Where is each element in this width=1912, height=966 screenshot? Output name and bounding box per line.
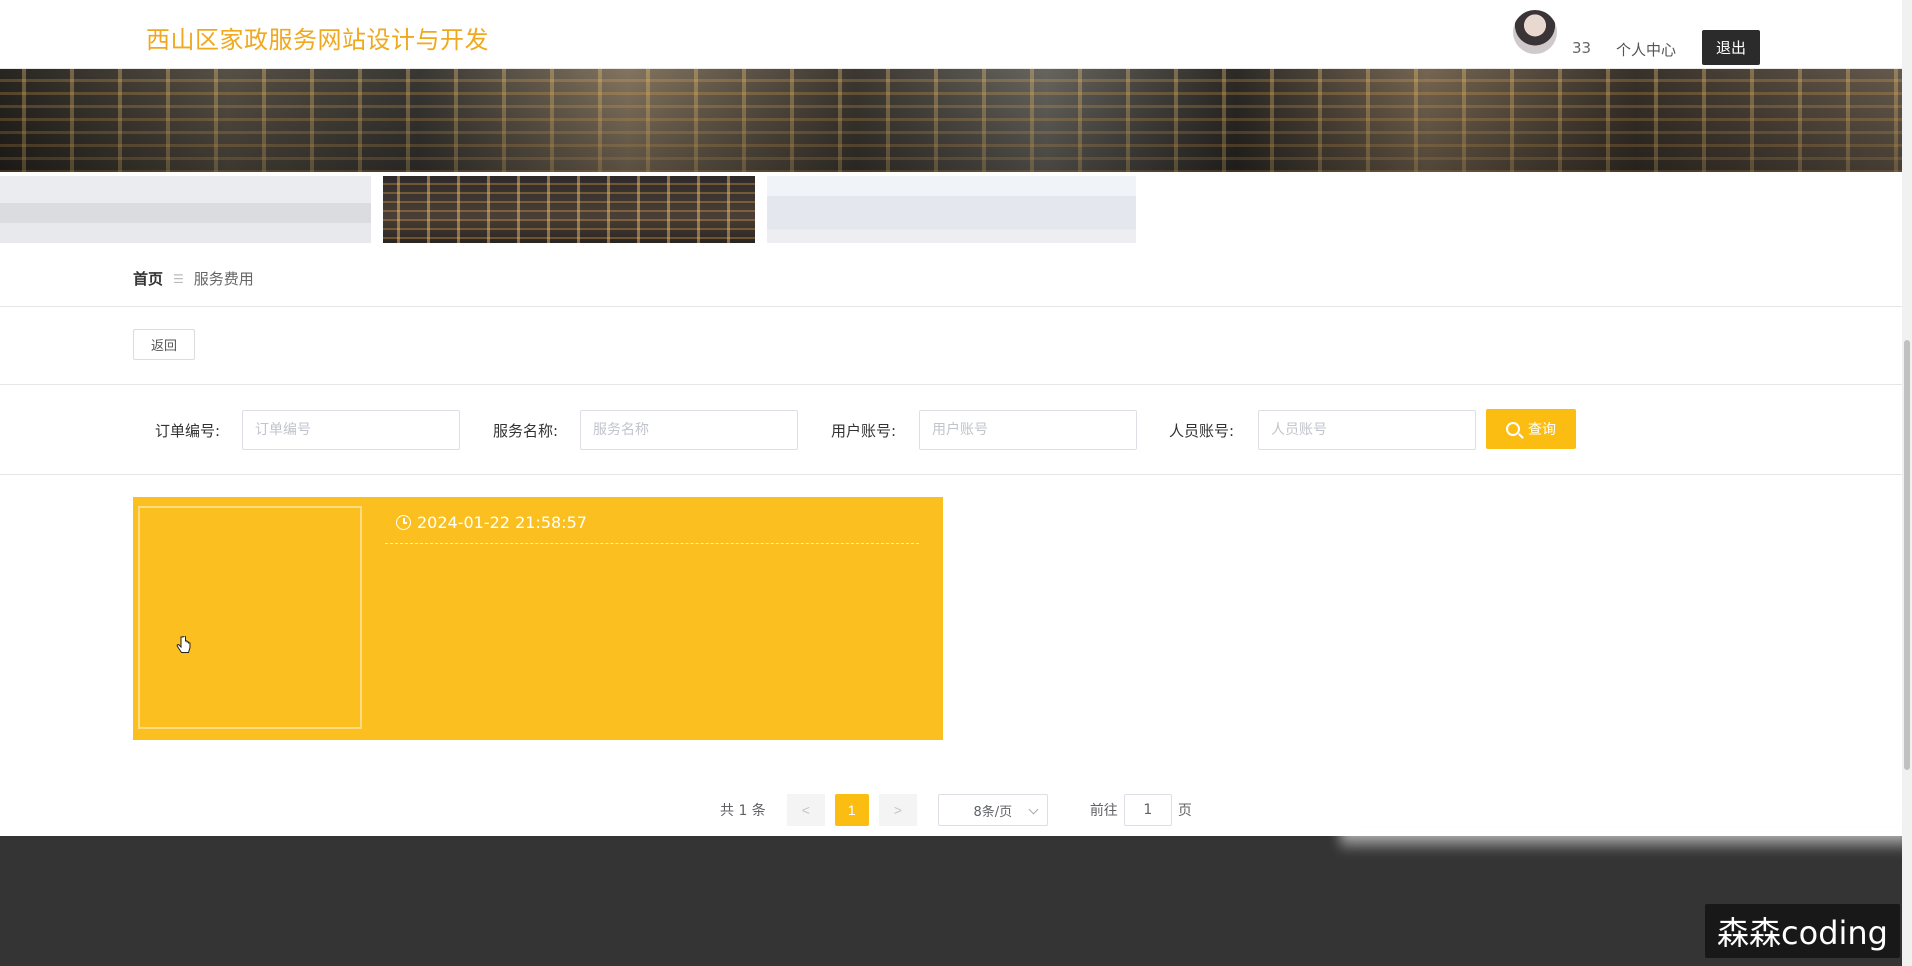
- order-number-input[interactable]: [242, 410, 460, 450]
- goto-suffix: 页: [1177, 803, 1192, 819]
- back-button[interactable]: 返回: [133, 329, 195, 360]
- pagination-total: 共 1 条: [720, 803, 766, 819]
- footer-overlay: [1340, 818, 1912, 848]
- search-button[interactable]: 查询: [1486, 409, 1576, 449]
- logout-button[interactable]: 退出: [1702, 30, 1760, 65]
- fee-card[interactable]: 2024-01-22 21:58:57: [133, 497, 943, 740]
- carousel-thumbnail-1[interactable]: [0, 176, 371, 243]
- page: 西山区家政服务网站设计与开发 33 个人中心 退出 首页 ☰ 服务费用 返回 订…: [0, 0, 1912, 966]
- goto-label: 前往: [1089, 803, 1118, 819]
- scrollbar[interactable]: [1902, 0, 1912, 966]
- prev-page-button[interactable]: <: [786, 794, 825, 826]
- service-name-label: 服务名称:: [493, 422, 559, 440]
- site-title[interactable]: 西山区家政服务网站设计与开发: [146, 20, 489, 55]
- card-divider: [385, 543, 919, 544]
- chevron-down-icon: [1028, 804, 1039, 815]
- header: 西山区家政服务网站设计与开发 33 个人中心 退出: [0, 0, 1902, 69]
- divider: [0, 384, 1902, 385]
- pagination: 共 1 条 < 1 > 8条/页 前往 1 页: [720, 794, 1192, 826]
- breadcrumb-home[interactable]: 首页: [133, 268, 163, 289]
- avatar[interactable]: [1513, 10, 1557, 54]
- page-size-value: 8条/页: [973, 804, 1013, 820]
- clock-icon: [396, 515, 411, 530]
- watermark: 森森coding: [1705, 904, 1900, 958]
- page-number-button[interactable]: 1: [834, 794, 869, 826]
- service-name-input[interactable]: [580, 410, 798, 450]
- page-size-select[interactable]: 8条/页: [937, 794, 1048, 826]
- goto-page-input[interactable]: 1: [1123, 794, 1172, 826]
- divider: [0, 306, 1902, 307]
- staff-account-label: 人员账号:: [1169, 422, 1235, 440]
- search-button-label: 查询: [1528, 421, 1556, 437]
- breadcrumb-current: 服务费用: [193, 270, 254, 288]
- scrollbar-thumb[interactable]: [1904, 340, 1910, 770]
- banner-image: [0, 69, 1902, 172]
- divider: [0, 474, 1902, 475]
- card-image[interactable]: [138, 506, 362, 729]
- user-account-label: 用户账号:: [831, 422, 897, 440]
- card-time-text: 2024-01-22 21:58:57: [417, 513, 587, 532]
- carousel-thumbnail-2[interactable]: [383, 176, 755, 243]
- order-number-label: 订单编号:: [155, 422, 221, 440]
- search-icon: [1506, 422, 1520, 436]
- hand-cursor-icon: [176, 636, 191, 653]
- breadcrumb: 首页 ☰ 服务费用: [133, 268, 254, 289]
- staff-account-input[interactable]: [1258, 410, 1476, 450]
- next-page-button[interactable]: >: [878, 794, 917, 826]
- user-account-input[interactable]: [919, 410, 1137, 450]
- username: 33: [1572, 39, 1592, 57]
- carousel-thumbnail-3[interactable]: [767, 176, 1136, 243]
- profile-link[interactable]: 个人中心: [1616, 39, 1676, 60]
- breadcrumb-separator-icon: ☰: [173, 271, 184, 286]
- card-timestamp: 2024-01-22 21:58:57: [396, 513, 587, 532]
- footer: [0, 836, 1902, 966]
